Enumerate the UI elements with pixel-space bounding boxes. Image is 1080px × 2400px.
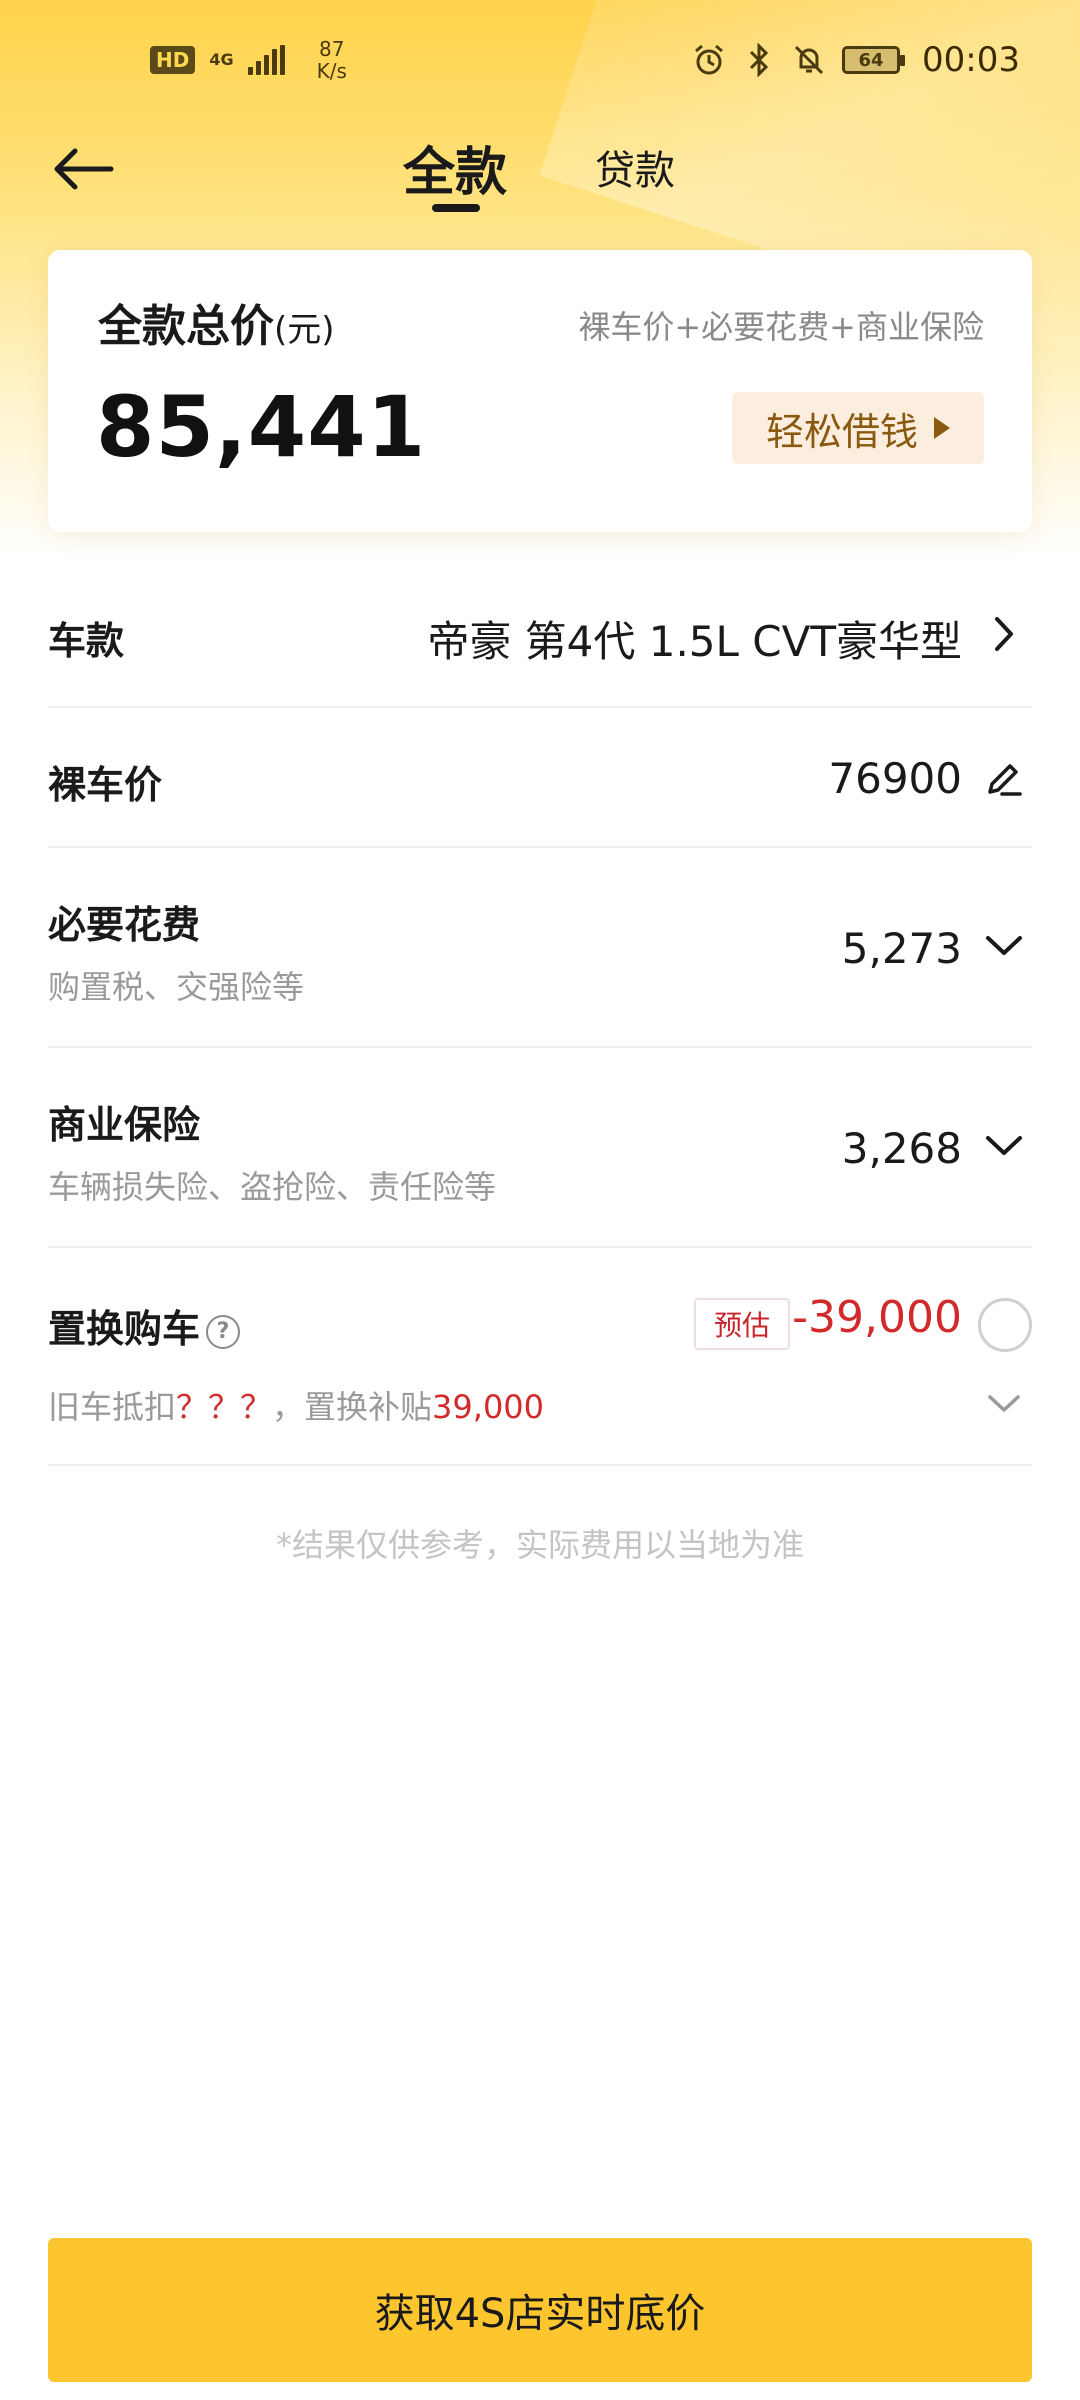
trade-in-title: 置换购车 [48,1307,201,1351]
trade-in-value: -39,000 [792,1292,962,1343]
mute-bell-icon [792,43,826,77]
network-type: 4G [209,50,234,69]
estimate-badge: 预估 [694,1298,790,1350]
car-model-value: 帝豪 第4代 1.5L CVT豪华型 [427,617,962,666]
trade-in-desc-middle: ，置换补贴 [272,1388,433,1426]
signal-strength-icon [247,45,285,75]
chevron-right-icon [982,612,1026,656]
total-price-label: 全款总价 [98,301,274,352]
tab-full-payment[interactable]: 全款 [403,130,507,205]
get-dealer-price-button[interactable]: 获取4S店实时底价 [48,2238,1032,2382]
battery-icon: 64 [842,46,906,74]
bare-price-row: 裸车价 76900 [48,708,1032,848]
total-price-value: 85,441 [96,378,427,476]
status-bar: HD 4G 87 K/s 64 00:03 [0,0,1080,120]
required-fees-value: 5,273 [841,924,962,973]
trade-in-row[interactable]: 置换购车? 预估 -39,000 旧车抵扣？？？，置换补贴39,000 [48,1248,1032,1466]
total-price-card: 全款总价(元) 裸车价+必要花费+商业保险 85,441 轻松借钱 [48,250,1032,532]
chevron-down-icon[interactable] [982,1382,1026,1426]
hd-indicator: HD [150,46,196,74]
disclaimer-text: *结果仅供参考，实际费用以当地为准 [275,1526,804,1564]
total-price-unit: (元) [274,310,335,350]
price-formula: 裸车价+必要花费+商业保险 [578,308,984,346]
required-fees-row[interactable]: 必要花费 购置税、交强险等 5,273 [48,848,1032,1048]
chevron-down-icon [982,924,1026,968]
help-question-icon[interactable]: ? [206,1314,241,1349]
car-model-label: 车款 [48,619,125,663]
bare-price-value: 76900 [828,754,962,803]
easy-loan-button[interactable]: 轻松借钱 [732,392,984,464]
edit-pencil-icon[interactable] [982,756,1026,800]
back-button[interactable] [48,134,118,204]
speed-value: 87 [319,37,345,61]
bare-price-label: 裸车价 [48,763,163,807]
trade-in-desc-prefix: 旧车抵扣 [48,1388,177,1426]
trade-in-radio[interactable] [978,1298,1032,1352]
tab-loan[interactable]: 贷款 [595,138,675,196]
active-tab-indicator [432,204,480,212]
car-model-row[interactable]: 车款 帝豪 第4代 1.5L CVT豪华型 [48,560,1032,708]
commercial-insurance-desc: 车辆损失险、盗抢险、责任险等 [48,1168,497,1206]
bluetooth-icon [742,43,776,77]
play-triangle-icon [934,417,950,439]
trade-in-desc: 旧车抵扣？？？，置换补贴39,000 [48,1382,544,1428]
speed-unit: K/s [316,59,347,83]
total-price-title: 全款总价(元) [98,290,335,354]
trade-in-label: 置换购车? [48,1298,241,1353]
top-nav: 全款 贷款 [0,120,1080,230]
alarm-icon [692,43,726,77]
network-speed: 87 K/s [317,38,347,82]
required-fees-desc: 购置税、交强险等 [48,968,305,1006]
chevron-down-icon [982,1124,1026,1168]
clock-time: 00:03 [922,40,1020,80]
commercial-insurance-value: 3,268 [841,1124,962,1173]
commercial-insurance-label: 商业保险 [48,1103,201,1147]
arrow-left-icon [54,148,114,190]
required-fees-label: 必要花费 [48,903,201,947]
trade-in-subsidy-amount: 39,000 [432,1388,545,1426]
commercial-insurance-row[interactable]: 商业保险 车辆损失险、盗抢险、责任险等 3,268 [48,1048,1032,1248]
trade-in-unknown-amount: ？？？ [176,1388,273,1426]
easy-loan-label: 轻松借钱 [765,409,918,454]
